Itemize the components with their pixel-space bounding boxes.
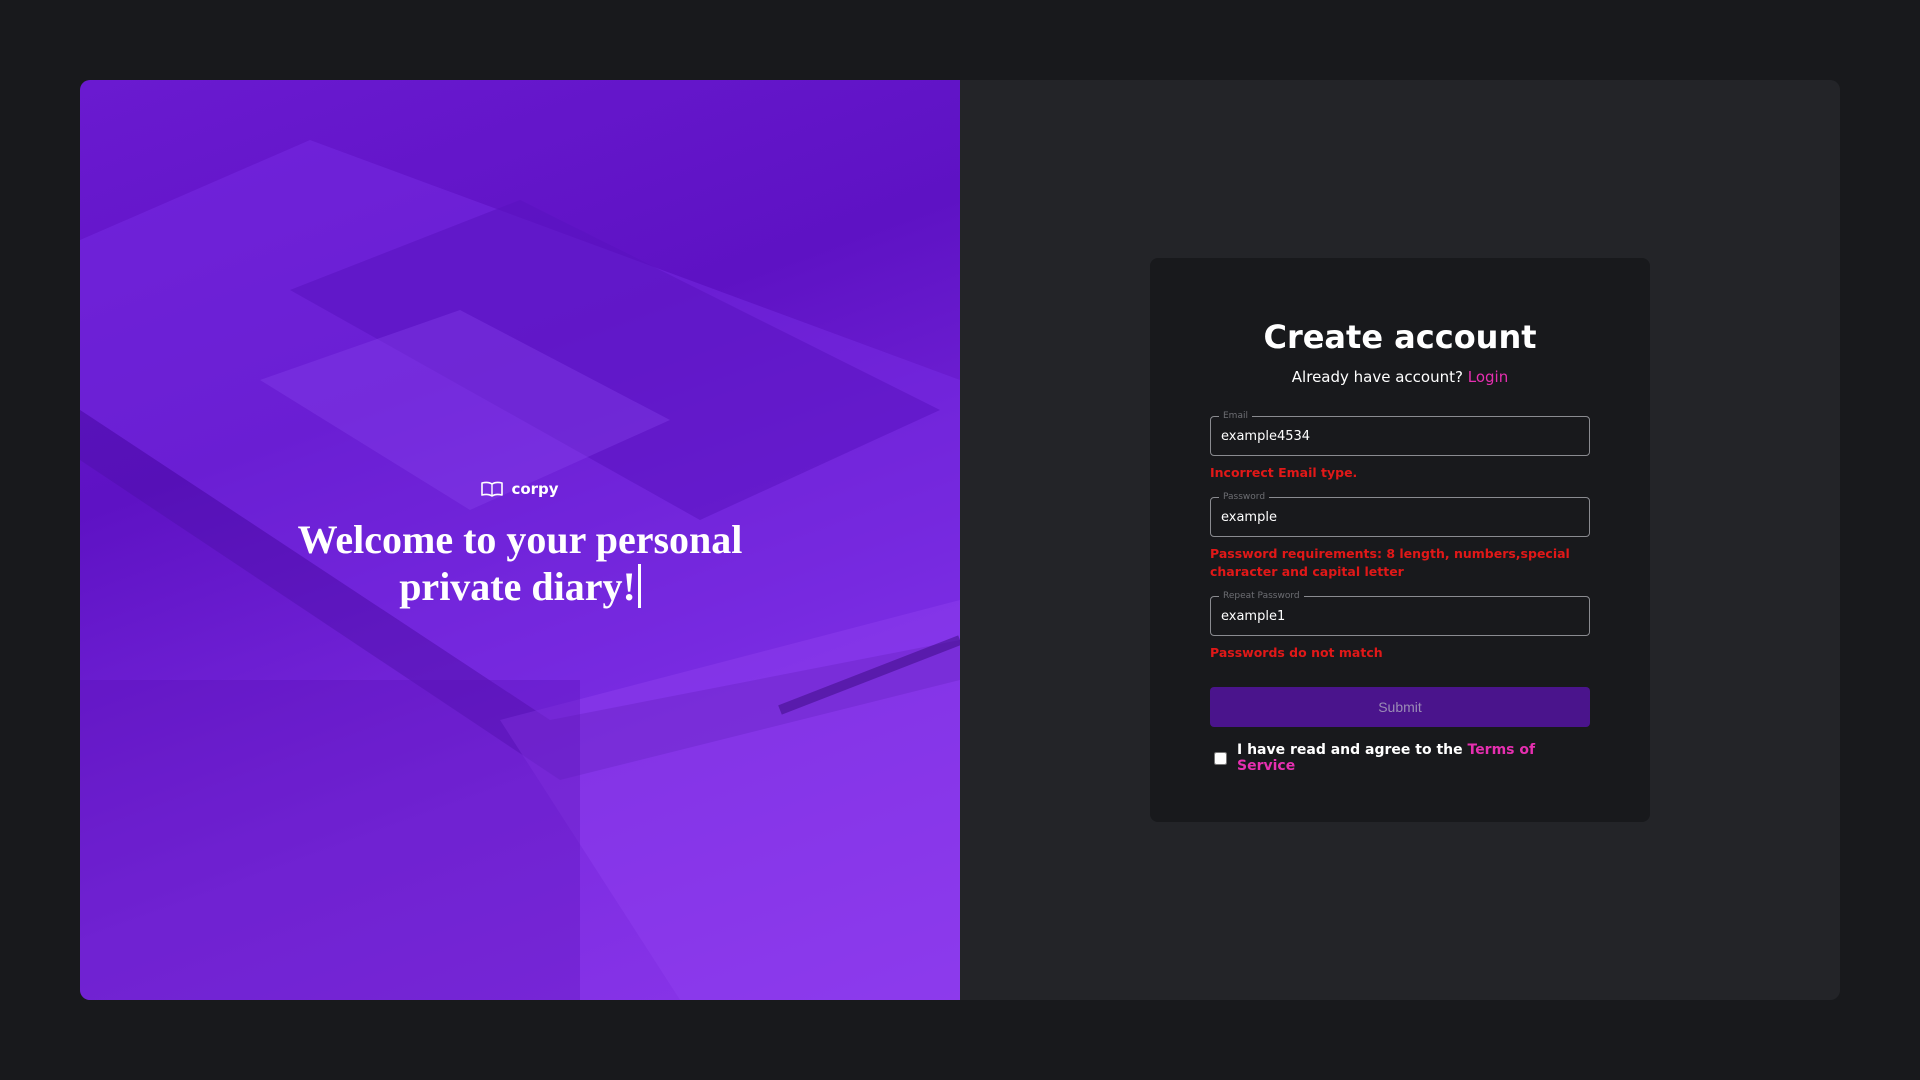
terms-text-group: I have read and agree to the Terms of Se… <box>1237 742 1590 774</box>
terms-checkbox[interactable] <box>1214 751 1227 765</box>
page-title: Create account <box>1263 318 1537 356</box>
email-field[interactable]: Email <box>1210 410 1590 456</box>
brand-name: corpy <box>511 480 559 498</box>
login-prompt-text: Already have account? <box>1291 368 1463 386</box>
submit-button[interactable]: Submit <box>1210 687 1590 727</box>
password-error: Password requirements: 8 length, numbers… <box>1210 546 1570 579</box>
hero-title: Welcome to your personal private diary! <box>260 516 780 610</box>
repeat-password-label: Repeat Password <box>1219 590 1304 602</box>
form-panel: Create account Already have account? Log… <box>960 80 1840 1000</box>
hero-panel: corpy Welcome to your personal private d… <box>80 80 960 1000</box>
repeat-password-input[interactable] <box>1211 597 1589 635</box>
email-error: Incorrect Email type. <box>1210 465 1358 480</box>
password-label: Password <box>1219 491 1270 503</box>
email-input[interactable] <box>1211 417 1589 455</box>
signup-container: corpy Welcome to your personal private d… <box>80 80 1840 1000</box>
terms-text: I have read and agree to the <box>1237 742 1463 758</box>
password-input[interactable] <box>1211 498 1589 536</box>
password-field[interactable]: Password <box>1210 491 1590 537</box>
repeat-password-error: Passwords do not match <box>1210 645 1383 660</box>
hero-title-text: Welcome to your personal private diary! <box>297 517 743 609</box>
login-link[interactable]: Login <box>1468 368 1508 386</box>
brand-logo: corpy <box>481 480 559 498</box>
repeat-password-field[interactable]: Repeat Password <box>1210 590 1590 636</box>
open-book-icon <box>481 481 504 497</box>
email-label: Email <box>1219 410 1252 422</box>
terms-agreement[interactable]: I have read and agree to the Terms of Se… <box>1210 742 1590 774</box>
signup-card: Create account Already have account? Log… <box>1150 258 1650 822</box>
login-prompt: Already have account? Login <box>1210 368 1590 386</box>
hero-content: corpy Welcome to your personal private d… <box>80 480 960 610</box>
text-cursor <box>637 564 641 608</box>
